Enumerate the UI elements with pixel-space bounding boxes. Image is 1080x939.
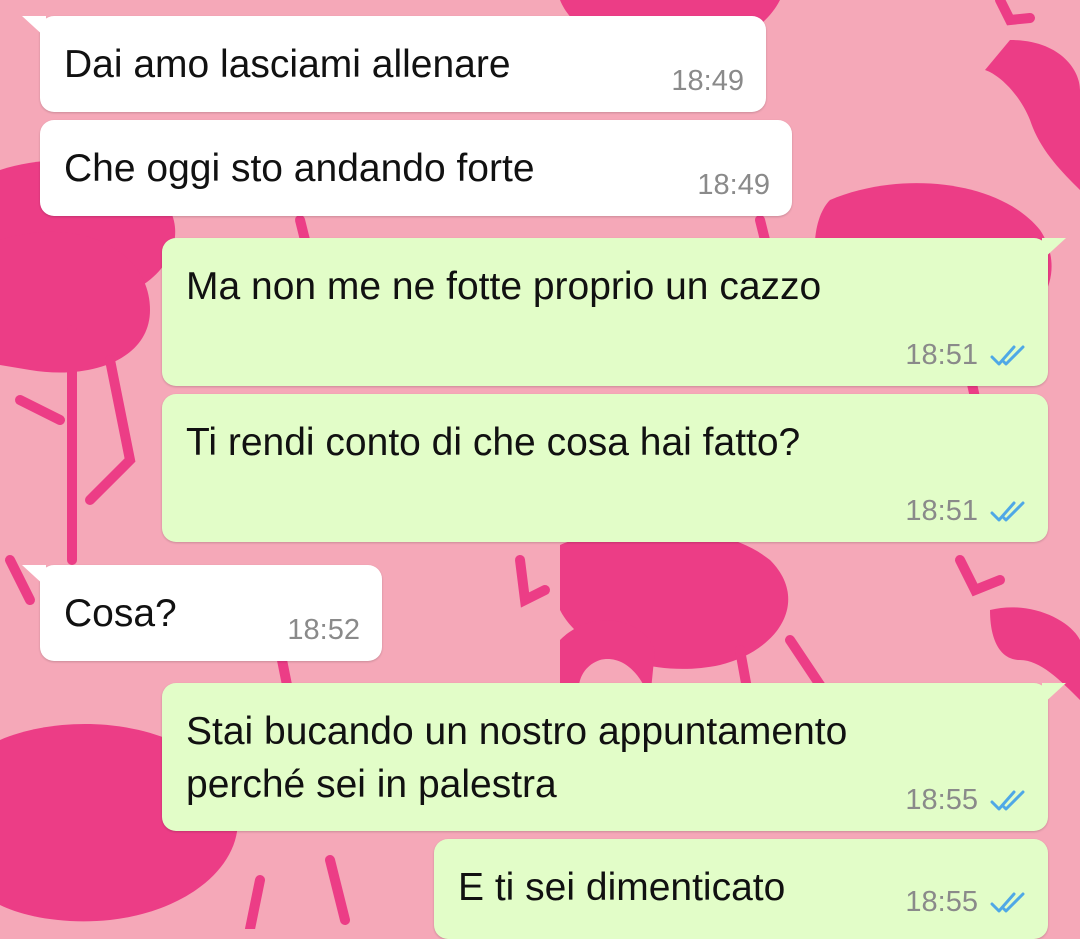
message-meta: 18:49 xyxy=(697,169,770,202)
message-time: 18:51 xyxy=(905,495,978,527)
message-bubble-outgoing[interactable]: Ma non me ne fotte proprio un cazzo 18:5… xyxy=(162,238,1066,386)
message-bubble-incoming[interactable]: Dai amo lasciami allenare 18:49 xyxy=(22,16,766,112)
message-time: 18:55 xyxy=(905,784,978,816)
message-bubble-incoming[interactable]: Cosa? 18:52 xyxy=(22,565,382,661)
message-meta: 18:49 xyxy=(671,65,744,98)
message-time: 18:51 xyxy=(905,339,978,371)
message-text: E ti sei dimenticato xyxy=(458,866,786,909)
read-ticks-icon xyxy=(990,501,1025,521)
message-meta: 18:51 xyxy=(905,495,1026,528)
message-meta: 18:51 xyxy=(905,339,1026,372)
message-bubble-outgoing[interactable]: Ti rendi conto di che cosa hai fatto? 18… xyxy=(162,394,1048,542)
message-meta: 18:52 xyxy=(287,614,360,647)
bubble-tail xyxy=(1042,683,1066,705)
bubble-tail xyxy=(22,16,46,38)
read-ticks-icon xyxy=(990,790,1025,810)
message-text: Che oggi sto andando forte xyxy=(64,147,535,190)
read-ticks-icon xyxy=(990,892,1025,912)
message-text: Cosa? xyxy=(64,592,177,635)
read-ticks-icon xyxy=(990,345,1025,365)
bubble-tail xyxy=(22,565,46,587)
message-bubble-outgoing[interactable]: E ti sei dimenticato 18:55 xyxy=(434,839,1048,939)
message-bubble-incoming[interactable]: Che oggi sto andando forte 18:49 xyxy=(40,120,792,216)
message-text: Ma non me ne fotte proprio un cazzo xyxy=(186,265,822,308)
message-bubble-outgoing[interactable]: Stai bucando un nostro appuntamento perc… xyxy=(162,683,1066,831)
message-time: 18:49 xyxy=(671,65,744,97)
message-time: 18:55 xyxy=(905,886,978,918)
message-text: Stai bucando un nostro appuntamento perc… xyxy=(186,710,848,806)
message-meta: 18:55 xyxy=(905,784,1026,817)
message-text: Ti rendi conto di che cosa hai fatto? xyxy=(186,421,801,464)
message-time: 18:52 xyxy=(287,614,360,646)
bubble-tail xyxy=(1042,238,1066,260)
message-meta: 18:55 xyxy=(905,886,1026,919)
message-time: 18:49 xyxy=(697,169,770,201)
message-text: Dai amo lasciami allenare xyxy=(64,43,511,86)
